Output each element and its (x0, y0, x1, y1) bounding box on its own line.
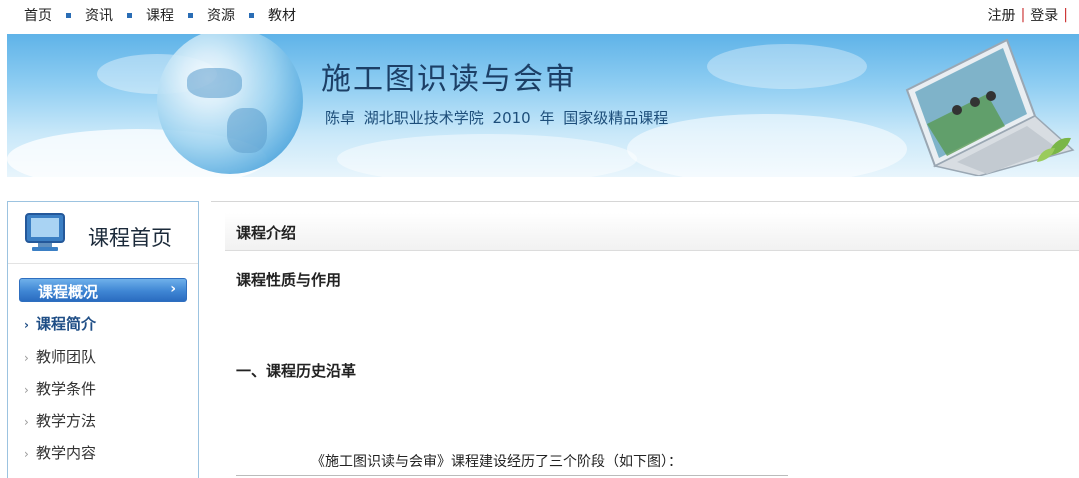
top-navigation-bar: 首页 资讯 课程 资源 教材 注册 | 登录 | (0, 0, 1079, 30)
monitor-icon (25, 213, 65, 251)
content-header: 课程介绍 (225, 213, 1079, 251)
chevron-right-icon: › (170, 281, 176, 297)
paragraph-text: 《施工图识读与会审》课程建设经历了三个阶段（如下图）： (311, 454, 682, 470)
nav-separator (188, 12, 193, 18)
cloud-shape (337, 134, 637, 177)
nav-separator (66, 12, 71, 18)
banner-title: 施工图识读与会审 (321, 62, 577, 97)
sidebar-item-teaching-conditions[interactable]: › 教学条件 (24, 378, 96, 399)
sidebar-item-label: 教学方法 (36, 412, 97, 430)
nav-courses-link[interactable]: 课程 (146, 5, 174, 25)
sidebar-item-label: 教学条件 (36, 380, 97, 398)
nav-home-link[interactable]: 首页 (24, 5, 52, 25)
table-top-border (236, 475, 788, 476)
section-label: 课程概况 (38, 283, 99, 301)
nav-textbooks-link[interactable]: 教材 (268, 5, 296, 25)
sidebar-item-label: 教师团队 (36, 348, 97, 366)
nav-resources-link[interactable]: 资源 (207, 5, 235, 25)
main-content: 课程介绍 课程性质与作用 一、课程历史沿革 《施工图识读与会审》课程建设经历了三… (211, 201, 1079, 478)
globe-land (227, 108, 267, 153)
sidebar-item-teaching-content[interactable]: › 教学内容 (24, 442, 96, 463)
nav-separator (249, 12, 254, 18)
sidebar-item-course-intro[interactable]: › 课程简介 (24, 313, 96, 334)
chevron-right-icon: › (24, 447, 29, 461)
sidebar-item-label: 课程简介 (36, 315, 97, 333)
sidebar-item-teaching-methods[interactable]: › 教学方法 (24, 410, 96, 431)
section-heading: 课程性质与作用 (236, 271, 342, 289)
course-sidebar: 课程首页 课程概况 › › 课程简介 › 教师团队 › 教学条件 › 教学方法 › 教学内… (7, 201, 199, 478)
auth-divider: | (1063, 7, 1068, 23)
login-link[interactable]: 登录 (1030, 5, 1058, 25)
sidebar-section-course-overview[interactable]: 课程概况 › (19, 278, 187, 302)
chevron-right-icon: › (24, 383, 29, 397)
sidebar-item-label: 教学内容 (36, 444, 97, 462)
sidebar-item-teacher-team[interactable]: › 教师团队 (24, 346, 96, 367)
sidebar-header: 课程首页 (8, 202, 198, 264)
course-banner: 施工图识读与会审 陈卓 湖北职业技术学院 2010 年 国家级精品课程 (7, 34, 1079, 177)
cloud-shape (707, 44, 867, 89)
main-nav: 首页 资讯 课程 资源 教材 (24, 5, 296, 25)
chevron-right-icon: › (24, 351, 29, 365)
nav-separator (127, 12, 132, 18)
register-link[interactable]: 注册 (988, 5, 1016, 25)
auth-divider: | (1020, 7, 1026, 23)
cloud-shape (627, 114, 907, 177)
chevron-right-icon: › (24, 415, 29, 429)
chevron-right-icon: › (24, 318, 29, 332)
globe-image (157, 34, 303, 174)
banner-subtitle: 陈卓 湖北职业技术学院 2010 年 国家级精品课程 (325, 109, 669, 127)
auth-links: 注册 | 登录 | (988, 5, 1073, 25)
globe-land (187, 68, 242, 98)
section-heading: 一、课程历史沿革 (236, 362, 357, 380)
sidebar-title: 课程首页 (88, 226, 172, 250)
nav-news-link[interactable]: 资讯 (85, 5, 113, 25)
laptop-image (905, 38, 1075, 176)
content-header-title: 课程介绍 (236, 224, 297, 242)
